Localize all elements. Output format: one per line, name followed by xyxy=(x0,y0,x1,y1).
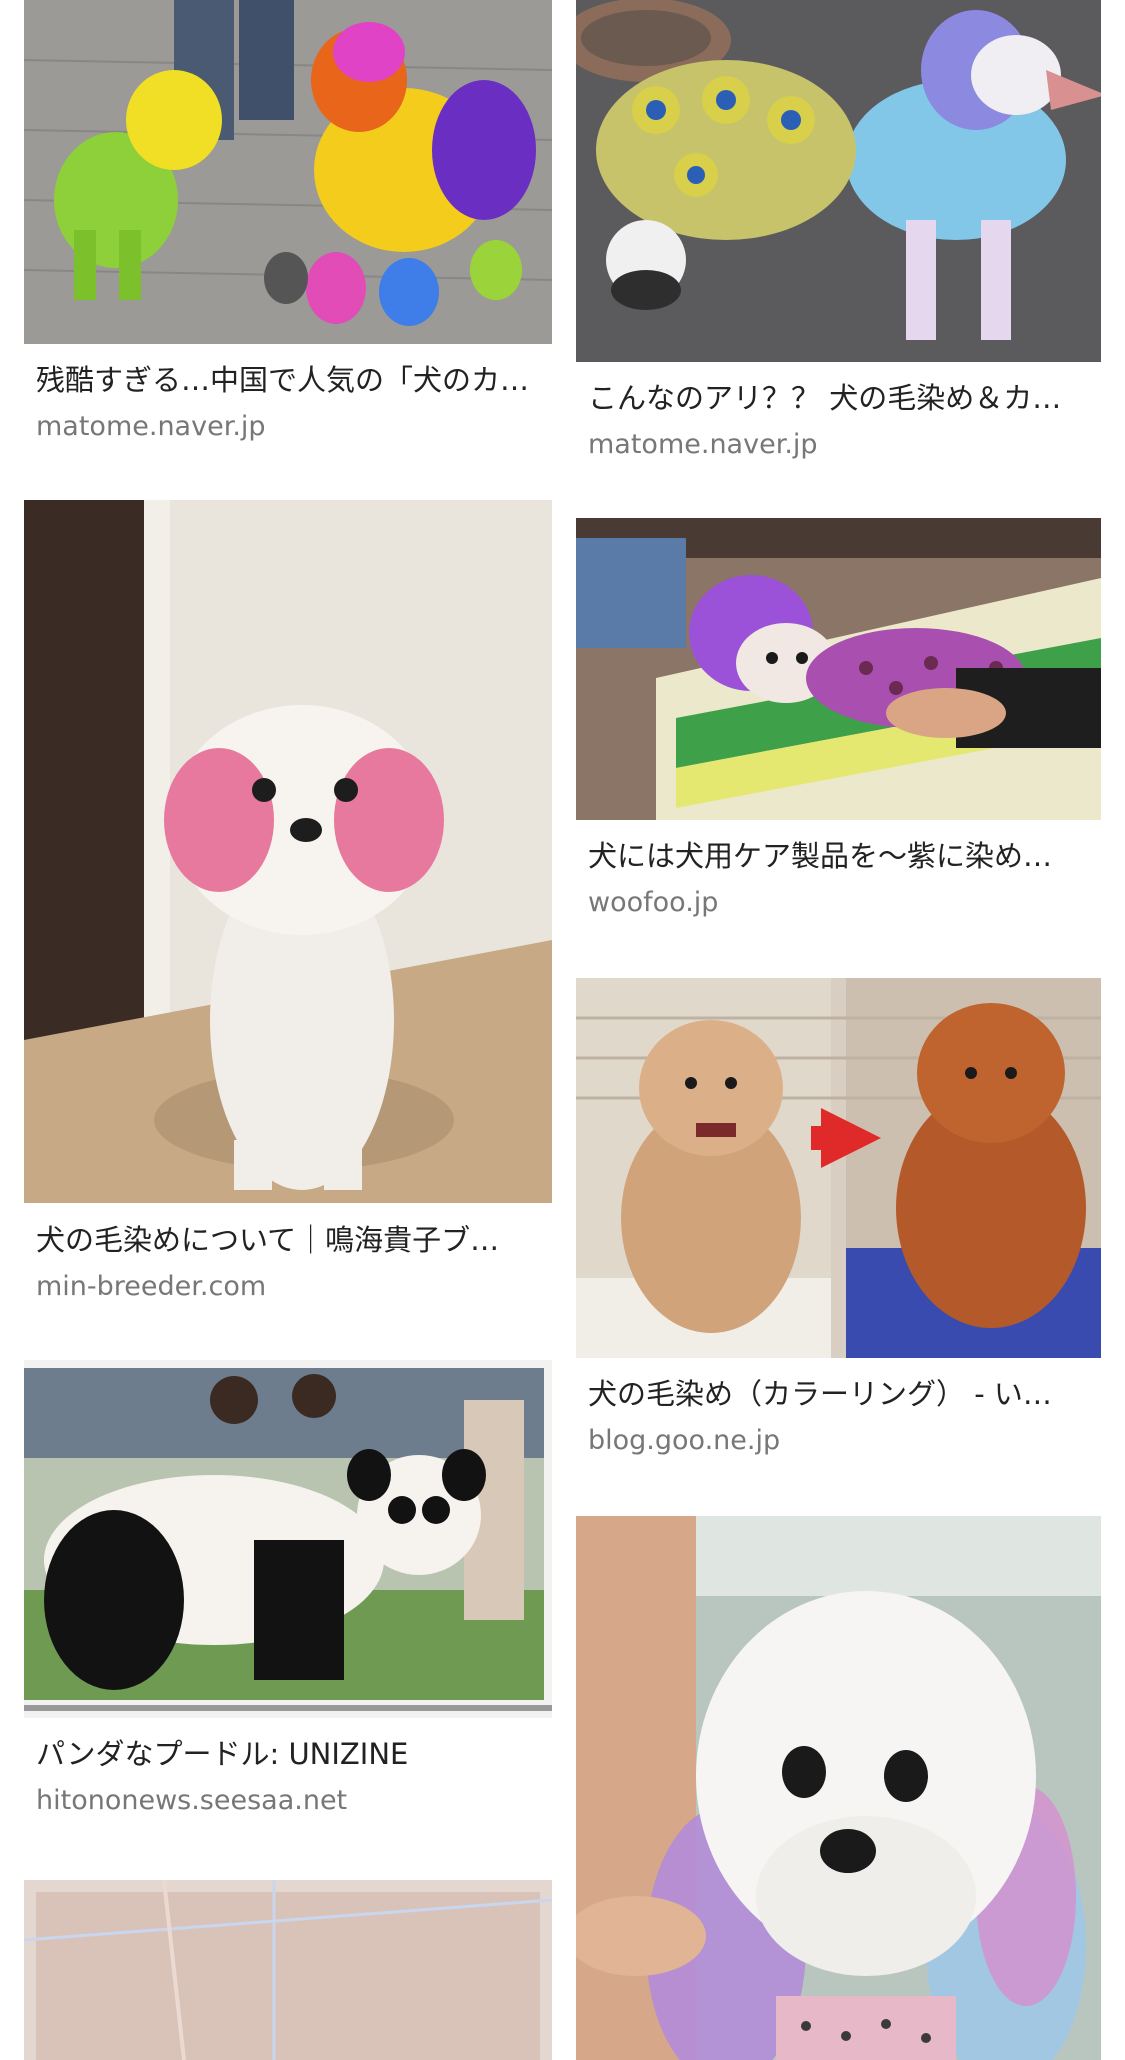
result-title[interactable]: 残酷すぎる…中国で人気の「犬のカ… xyxy=(36,362,544,398)
before-after-poodle-photo[interactable] xyxy=(576,978,1101,1358)
image-result-card[interactable] xyxy=(24,1880,552,2060)
image-result-card[interactable]: 残酷すぎる…中国で人気の「犬のカ… matome.naver.jp xyxy=(24,0,552,460)
panda-poodle-photo[interactable] xyxy=(24,1360,552,1718)
pink-ear-maltese-photo[interactable] xyxy=(24,500,552,1203)
result-source[interactable]: min-breeder.com xyxy=(36,1270,544,1304)
result-source[interactable]: matome.naver.jp xyxy=(588,428,1093,462)
result-title[interactable]: 犬には犬用ケア製品を〜紫に染め… xyxy=(588,838,1093,874)
purple-dog-photo[interactable] xyxy=(576,518,1101,820)
result-title[interactable]: 犬の毛染め（カラーリング） - い… xyxy=(588,1376,1093,1412)
pastel-ear-poodle-photo[interactable] xyxy=(576,1516,1101,2060)
image-result-card[interactable]: 犬の毛染めについて｜鳴海貴子ブ… min-breeder.com xyxy=(24,500,552,1330)
rainbow-dyed-dogs-photo[interactable] xyxy=(24,0,552,344)
result-source[interactable]: matome.naver.jp xyxy=(36,410,544,444)
result-title[interactable]: 犬の毛染めについて｜鳴海貴子ブ… xyxy=(36,1222,544,1258)
result-source[interactable]: hitononews.seesaa.net xyxy=(36,1784,544,1818)
result-source[interactable]: woofoo.jp xyxy=(588,886,1093,920)
image-result-card[interactable]: 犬の毛染め（カラーリング） - い… blog.goo.ne.jp xyxy=(576,978,1101,1478)
result-source[interactable]: blog.goo.ne.jp xyxy=(588,1424,1093,1458)
image-result-card[interactable]: 犬には犬用ケア製品を〜紫に染め… woofoo.jp xyxy=(576,518,1101,938)
image-result-card[interactable] xyxy=(576,1516,1101,2060)
result-title[interactable]: こんなのアリ？？ 犬の毛染め＆カ… xyxy=(588,380,1093,416)
peacock-poodle-photo[interactable] xyxy=(576,0,1101,362)
image-result-card[interactable]: パンダなプードル: UNIZINE hitononews.seesaa.net xyxy=(24,1360,552,1830)
image-result-card[interactable]: こんなのアリ？？ 犬の毛染め＆カ… matome.naver.jp xyxy=(576,0,1101,480)
result-title[interactable]: パンダなプードル: UNIZINE xyxy=(36,1736,544,1772)
blurred-photo[interactable] xyxy=(24,1880,552,2060)
